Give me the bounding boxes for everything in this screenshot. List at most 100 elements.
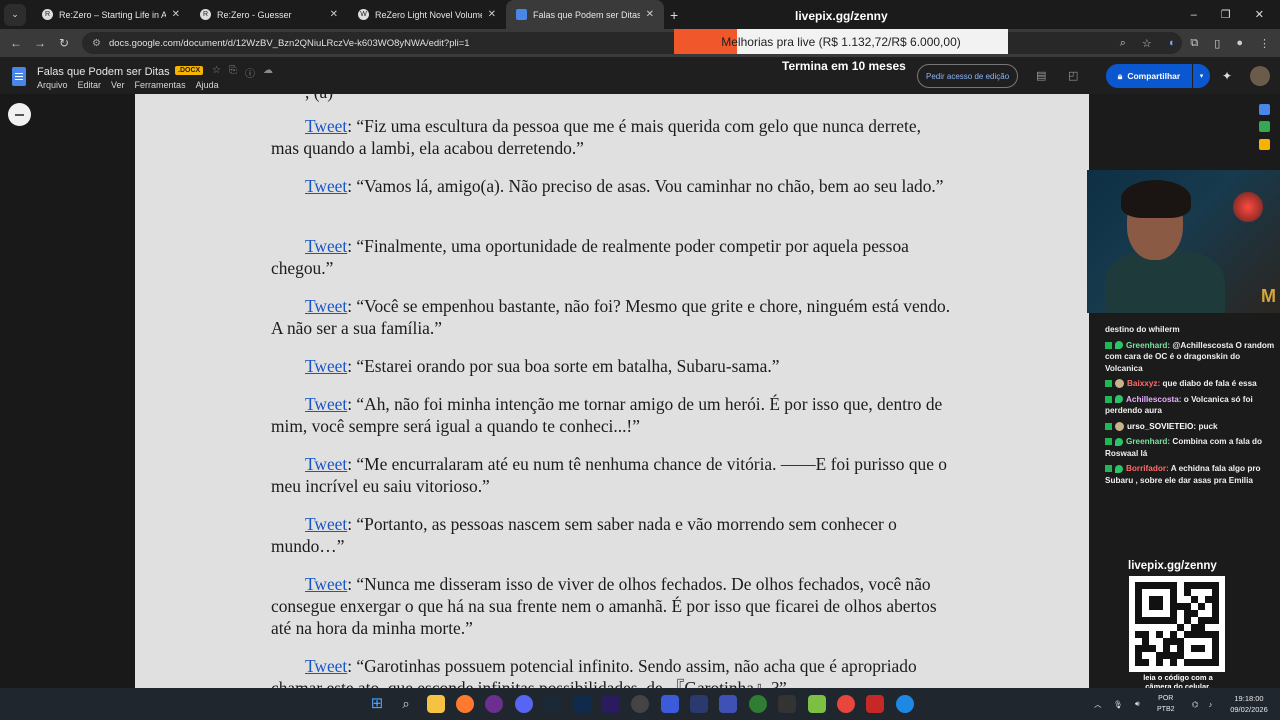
- photoshop-icon[interactable]: [573, 695, 591, 713]
- qr-label: livepix.gg/zenny: [1128, 560, 1217, 572]
- sidepanel-icon[interactable]: ▯: [1214, 37, 1220, 50]
- url-omnibox[interactable]: ⚙ docs.google.com/document/d/12WzBV_Bzn2…: [82, 32, 1182, 54]
- premiere-icon[interactable]: [602, 695, 620, 713]
- chat-username: urso_SOVIETEIO:: [1127, 421, 1197, 431]
- quote-paragraph[interactable]: Tweet: “Portanto, as pessoas nascem sem …: [271, 513, 951, 557]
- start-icon[interactable]: ⊞: [368, 695, 386, 713]
- quote-paragraph[interactable]: Tweet: “Nunca me disseram isso de viver …: [271, 573, 951, 639]
- quote-paragraph[interactable]: Tweet: “Me encurralaram até eu num tê ne…: [271, 453, 951, 497]
- share-button[interactable]: 🔒︎ Compartilhar: [1106, 64, 1192, 88]
- app-icon[interactable]: [631, 695, 649, 713]
- new-tab-icon[interactable]: +: [670, 7, 678, 23]
- quote-paragraph[interactable]: Tweet: “Ah, não foi minha intenção me to…: [271, 393, 951, 437]
- browser-menu-icon[interactable]: ⋮: [1259, 37, 1270, 50]
- menu-item[interactable]: Editar: [78, 80, 102, 90]
- menu-item[interactable]: Arquivo: [37, 80, 68, 90]
- firefox-icon[interactable]: [456, 695, 474, 713]
- menu-item[interactable]: Ferramentas: [135, 80, 186, 90]
- quote-paragraph[interactable]: Tweet: “Fiz uma escultura da pessoa que …: [271, 115, 951, 159]
- browser-tab[interactable]: W ReZero Light Novel Volume 39 ✕: [348, 0, 506, 29]
- close-tab-icon[interactable]: ✕: [646, 9, 654, 20]
- file-explorer-icon[interactable]: [427, 695, 445, 713]
- app-green-icon[interactable]: [808, 695, 826, 713]
- search-icon[interactable]: ⌕: [397, 695, 415, 713]
- cloud-icon[interactable]: ☁: [263, 65, 273, 80]
- discord-icon[interactable]: [515, 695, 533, 713]
- outline-toggle-button[interactable]: [8, 103, 31, 126]
- extensions-puzzle-icon[interactable]: ⧉: [1190, 37, 1198, 50]
- tweet-link[interactable]: Tweet: [305, 574, 347, 594]
- close-tab-icon[interactable]: ✕: [330, 9, 338, 20]
- keep-icon[interactable]: [1259, 121, 1270, 132]
- volume-icon[interactable]: ♪: [1209, 700, 1213, 709]
- docs-logo-icon[interactable]: [12, 67, 26, 86]
- quote-paragraph[interactable]: Tweet: “Garotinhas possuem potencial inf…: [271, 655, 951, 688]
- spotify-like-icon[interactable]: [749, 695, 767, 713]
- speaker-icon[interactable]: 🔊︎: [1135, 699, 1140, 709]
- app-window-icon-2[interactable]: [719, 695, 737, 713]
- tweet-link[interactable]: Tweet: [305, 356, 347, 376]
- share-dropdown-icon[interactable]: ▾: [1193, 64, 1210, 88]
- quote-paragraph[interactable]: Tweet: “Vamos lá, amigo(a). Não preciso …: [271, 175, 951, 197]
- close-tab-icon[interactable]: ✕: [488, 9, 496, 20]
- terminal-icon[interactable]: [778, 695, 796, 713]
- chrome-icon[interactable]: [837, 695, 855, 713]
- quote-text: : “Ah, não foi minha intenção me tornar …: [271, 394, 943, 436]
- quote-paragraph[interactable]: Tweet: “Estarei orando por sua boa sorte…: [271, 355, 951, 377]
- profile-icon[interactable]: ●: [1236, 37, 1243, 49]
- zoom-icon[interactable]: ⌕: [1120, 37, 1126, 50]
- browser-tab[interactable]: R Re:Zero – Starting Life in Anoth ✕: [32, 0, 190, 29]
- tweet-link[interactable]: Tweet: [305, 116, 347, 136]
- site-info-icon[interactable]: ⚙: [92, 38, 101, 49]
- obs-icon[interactable]: [485, 695, 503, 713]
- tasks-icon[interactable]: [1259, 139, 1270, 150]
- quote-text: : “Finalmente, uma oportunidade de realm…: [271, 236, 909, 278]
- tweet-link[interactable]: Tweet: [305, 236, 347, 256]
- input-language[interactable]: POR PTB2: [1157, 693, 1175, 715]
- forward-icon[interactable]: →: [28, 36, 52, 50]
- browser-tab[interactable]: R Re:Zero - Guesser ✕: [190, 0, 348, 29]
- tweet-link[interactable]: Tweet: [305, 656, 347, 676]
- chevron-up-icon[interactable]: ︿: [1094, 699, 1102, 710]
- move-icon[interactable]: ⎘: [229, 65, 237, 80]
- document-title[interactable]: Falas que Podem ser Ditas: [37, 66, 170, 78]
- close-window-icon[interactable]: ✕: [1255, 8, 1264, 21]
- restore-icon[interactable]: ❐: [1221, 8, 1231, 21]
- meet-icon[interactable]: ◰: [1068, 69, 1078, 82]
- tweet-link[interactable]: Tweet: [305, 454, 347, 474]
- menu-item[interactable]: Ajuda: [196, 80, 219, 90]
- reload-icon[interactable]: ↻: [52, 36, 76, 50]
- clock[interactable]: 19:18:00 09/02/2026: [1222, 693, 1276, 715]
- steam-icon[interactable]: [544, 695, 562, 713]
- tweet-link[interactable]: Tweet: [305, 514, 347, 534]
- tab-search-button[interactable]: ⌄: [4, 3, 26, 26]
- network-icon[interactable]: ⌬: [1192, 700, 1199, 709]
- app-window-icon[interactable]: [690, 695, 708, 713]
- left-margin: [0, 94, 135, 688]
- quote-paragraph[interactable]: Tweet: “Finalmente, uma oportunidade de …: [271, 235, 951, 279]
- minimize-icon[interactable]: –: [1191, 9, 1197, 21]
- tweet-link[interactable]: Tweet: [305, 394, 347, 414]
- avatar[interactable]: [1250, 66, 1270, 86]
- document-page[interactable]: , (a) Tweet: “Fiz uma escultura da pesso…: [135, 94, 1089, 688]
- calendar-icon[interactable]: [1259, 104, 1270, 115]
- gemini-icon[interactable]: ✦: [1222, 69, 1232, 83]
- media-icon[interactable]: [661, 695, 679, 713]
- close-tab-icon[interactable]: ✕: [172, 9, 180, 20]
- mic-icon[interactable]: 🎙︎: [1114, 700, 1124, 709]
- comments-icon[interactable]: ▤: [1036, 69, 1046, 82]
- browser-tab[interactable]: Falas que Podem ser Ditas.docx ✕: [506, 0, 664, 29]
- format-badge: .DOCX: [175, 66, 204, 75]
- back-icon[interactable]: ←: [4, 36, 28, 50]
- tweet-link[interactable]: Tweet: [305, 176, 347, 196]
- quote-paragraph[interactable]: Tweet: “Você se empenhou bastante, não f…: [271, 295, 951, 339]
- tweet-link[interactable]: Tweet: [305, 296, 347, 316]
- app-red-icon[interactable]: [866, 695, 884, 713]
- bookmark-star-icon[interactable]: ☆: [1142, 37, 1152, 50]
- globe-icon[interactable]: [896, 695, 914, 713]
- extension-icon[interactable]: ◖: [1168, 37, 1175, 49]
- star-icon[interactable]: ☆: [212, 65, 221, 80]
- request-edit-button[interactable]: Pedir acesso de edição: [917, 64, 1019, 88]
- menu-item[interactable]: Ver: [111, 80, 125, 90]
- info-icon[interactable]: ⓘ: [245, 65, 255, 80]
